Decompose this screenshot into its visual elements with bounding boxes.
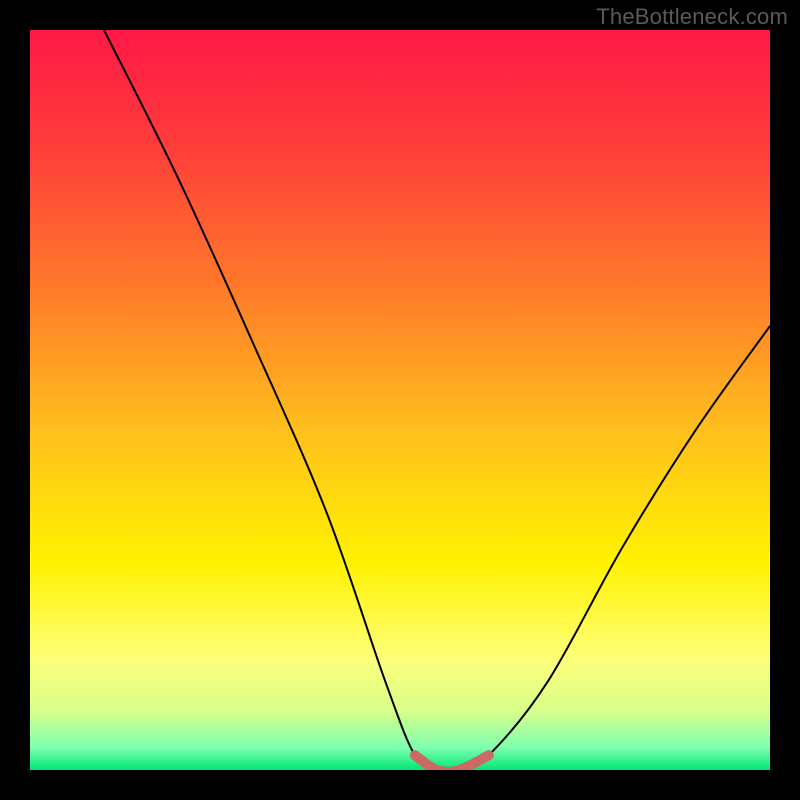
chart-svg [30, 30, 770, 770]
bottleneck-chart [30, 30, 770, 770]
chart-frame: TheBottleneck.com [0, 0, 800, 800]
chart-background [30, 30, 770, 770]
watermark-label: TheBottleneck.com [596, 4, 788, 30]
